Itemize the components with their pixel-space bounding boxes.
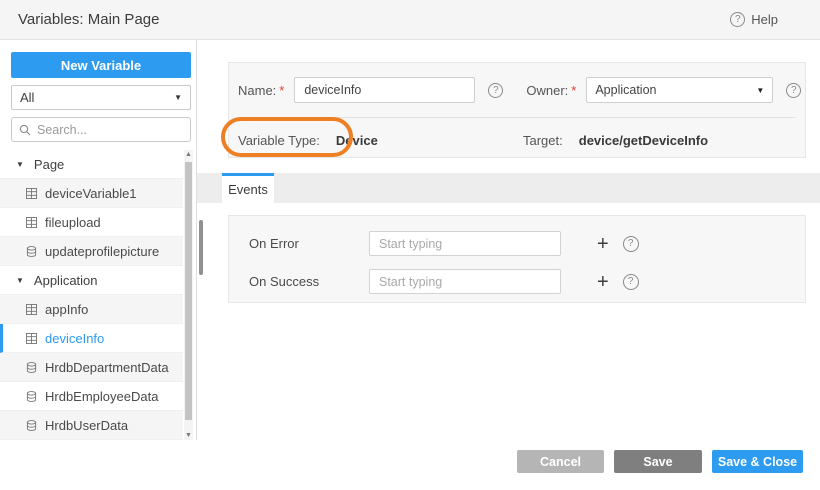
filter-selected-value: All <box>20 90 34 105</box>
sidebar-item-hrdbuserdata[interactable]: ▼ <box>0 411 183 440</box>
tree-item-label: deviceVariable1 <box>45 186 137 201</box>
new-variable-button[interactable]: New Variable <box>11 52 191 78</box>
variable-search[interactable] <box>11 117 191 142</box>
help-icon: ? <box>730 12 745 27</box>
sidebar-item-updateprofilepicture[interactable]: ▼ <box>0 237 183 266</box>
page-title: Variables: Main Page <box>18 11 159 28</box>
dialog-header: Variables: Main Page ? Help <box>0 0 820 40</box>
sidebar-item-fileupload[interactable]: ▼ <box>0 208 183 237</box>
help-button[interactable]: ? Help <box>730 12 778 27</box>
sidebar-group-page[interactable]: ▼ <box>0 150 183 179</box>
required-marker: * <box>571 83 576 98</box>
service-variable-icon <box>26 362 37 373</box>
row-on-success: On Success + ? <box>249 266 805 297</box>
variable-type-value: Device <box>336 133 378 148</box>
scrollbar-thumb[interactable] <box>185 162 192 420</box>
tab-strip: Events <box>197 173 820 203</box>
tree-item-label: HrdbDepartmentData <box>45 360 169 375</box>
variable-type-label: Variable Type: <box>238 133 320 148</box>
service-variable-icon <box>26 420 37 431</box>
tree-item-label: updateprofilepicture <box>45 244 159 259</box>
scroll-down-icon[interactable]: ▼ <box>184 432 193 439</box>
owner-group: Owner: * Application ▼ <box>526 77 773 103</box>
tree-item-label: HrdbUserData <box>45 418 128 433</box>
save-and-close-button[interactable]: Save & Close <box>712 450 803 473</box>
name-label: Name: <box>238 83 276 98</box>
service-variable-icon <box>26 246 37 257</box>
variable-form-panel: Name: * ? Owner: * Application ▼ ? Varia… <box>228 62 806 158</box>
events-panel: On Error + ? On Success + ? <box>228 215 806 303</box>
required-marker: * <box>279 83 284 98</box>
tree-item-label: deviceInfo <box>45 331 104 346</box>
sidebar-scrollbar[interactable]: ▲ ▼ <box>184 150 193 440</box>
device-variable-icon <box>26 333 37 344</box>
event-input[interactable] <box>369 231 561 256</box>
row-on-error: On Error + ? <box>249 228 805 259</box>
chevron-down-icon: ▼ <box>756 86 764 95</box>
owner-select[interactable]: Application ▼ <box>586 77 773 103</box>
sidebar-item-hrdbemployeedata[interactable]: ▼ <box>0 382 183 411</box>
sidebar-group-application[interactable]: ▼ <box>0 266 183 295</box>
name-help-icon[interactable]: ? <box>488 83 503 98</box>
content-scrollbar-thumb[interactable] <box>199 220 203 275</box>
event-label: On Error <box>249 236 369 251</box>
cancel-button[interactable]: Cancel <box>517 450 604 473</box>
tab-events[interactable]: Events <box>222 173 274 203</box>
collapse-caret-icon[interactable]: ▼ <box>16 160 24 169</box>
event-help-icon[interactable]: ? <box>623 236 639 252</box>
save-button[interactable]: Save <box>614 450 702 473</box>
variable-tree: ▼ <box>0 150 183 440</box>
tree-item-label: fileupload <box>45 215 101 230</box>
tree-item-label: appInfo <box>45 302 88 317</box>
target-value: device/getDeviceInfo <box>579 133 708 148</box>
chevron-down-icon: ▼ <box>174 93 182 102</box>
device-variable-icon <box>26 304 37 315</box>
help-label: Help <box>751 12 778 27</box>
search-icon <box>19 124 31 136</box>
target-group: Target: device/getDeviceInfo <box>523 125 708 155</box>
sidebar-item-hrdbdepartmentdata[interactable]: ▼ <box>0 353 183 382</box>
event-input[interactable] <box>369 269 561 294</box>
tree-item-label: HrdbEmployeeData <box>45 389 158 404</box>
target-label: Target: <box>523 133 563 148</box>
event-help-icon[interactable]: ? <box>623 274 639 290</box>
name-input[interactable] <box>294 77 475 103</box>
add-event-button[interactable]: + <box>597 234 609 254</box>
sidebar-divider <box>196 40 197 440</box>
tree-item-label: Application <box>34 273 98 288</box>
service-variable-icon <box>26 391 37 402</box>
tree-item-label: Page <box>34 157 64 172</box>
scroll-up-icon[interactable]: ▲ <box>184 151 193 158</box>
search-input[interactable] <box>37 123 183 137</box>
sidebar-item-appinfo[interactable]: ▼ <box>0 295 183 324</box>
device-variable-icon <box>26 217 37 228</box>
owner-help-icon[interactable]: ? <box>786 83 801 98</box>
sidebar-item-deviceinfo[interactable]: ▼ <box>0 324 183 353</box>
owner-selected-value: Application <box>595 83 656 97</box>
variable-filter-select[interactable]: All ▼ <box>11 85 191 110</box>
add-event-button[interactable]: + <box>597 272 609 292</box>
type-target-row: Variable Type: Device Target: device/get… <box>238 125 796 155</box>
collapse-caret-icon[interactable]: ▼ <box>16 276 24 285</box>
form-separator <box>238 117 796 118</box>
event-label: On Success <box>249 274 369 289</box>
name-owner-row: Name: * ? Owner: * Application ▼ ? <box>238 75 796 105</box>
sidebar-item-devicevariable1[interactable]: ▼ <box>0 179 183 208</box>
owner-label: Owner: <box>526 83 568 98</box>
device-variable-icon <box>26 188 37 199</box>
variables-sidebar: New Variable All ▼ ▼ <box>0 40 196 440</box>
